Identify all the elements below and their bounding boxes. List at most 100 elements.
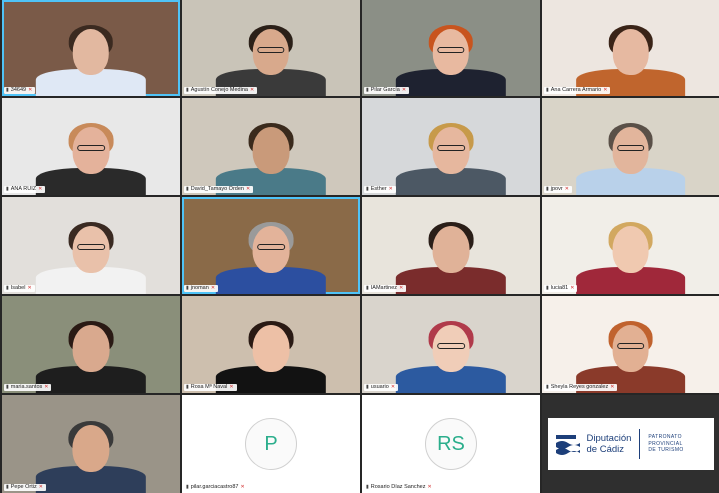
- video-tile-speaking[interactable]: ▮ jnoman ✕: [182, 197, 360, 294]
- logo-tile: Diputación de Cádiz PATRONATO PROVINCIAL…: [542, 395, 719, 493]
- participant-video: [182, 0, 360, 96]
- mic-icon: ▮: [546, 186, 549, 192]
- muted-icon: ✕: [427, 484, 432, 490]
- participant-face: [72, 424, 110, 472]
- participant-name: 34649: [10, 87, 27, 93]
- participant-nametag: ▮ jpovr ✕: [544, 186, 572, 193]
- logo-line1: Diputación: [586, 433, 632, 444]
- participant-nametag: ▮ Pepe Ortiz ✕: [4, 484, 46, 491]
- participant-video: [542, 296, 719, 393]
- participant-name: Rosario Díaz Sanchez: [370, 484, 426, 490]
- video-tile[interactable]: ▮ Esther ✕: [362, 98, 540, 195]
- logo-line2: de Cádiz: [586, 444, 625, 455]
- video-tile[interactable]: ▮ maria.santos ✕: [2, 296, 180, 393]
- video-tile[interactable]: ▮ Pilar García ✕: [362, 0, 540, 96]
- avatar-tile[interactable]: P ▮ pilar.garciacastro87 ✕: [182, 395, 360, 493]
- participant-nametag: ▮ David_Tamayo Orden ✕: [184, 186, 254, 193]
- video-tile[interactable]: ▮ Sheyla Reyes gonzalez ✕: [542, 296, 719, 393]
- muted-icon: ✕: [570, 285, 575, 291]
- avatar-tile[interactable]: RS ▮ Rosario Díaz Sanchez ✕: [362, 395, 540, 493]
- mic-icon: ▮: [6, 384, 9, 390]
- mic-icon: ▮: [366, 384, 369, 390]
- video-tile[interactable]: ▮ David_Tamayo Orden ✕: [182, 98, 360, 195]
- participant-nametag: ▮ 34649 ✕: [4, 87, 36, 94]
- video-tile[interactable]: ▮ Isabel ✕: [2, 197, 180, 294]
- video-tile[interactable]: ▮ IAMartinez ✕: [362, 197, 540, 294]
- video-tile[interactable]: ▮ Agustín Conejo Medina ✕: [182, 0, 360, 96]
- participant-name: pilar.garciacastro87: [190, 484, 239, 490]
- participant-nametag: ▮ maria.santos ✕: [4, 384, 52, 391]
- mic-icon: ▮: [6, 186, 9, 192]
- mic-icon: ▮: [366, 484, 369, 490]
- glasses: [77, 243, 105, 250]
- muted-icon: ✕: [603, 87, 608, 93]
- participant-nametag: ▮ Rosario Díaz Sanchez ✕: [364, 484, 435, 491]
- participant-name: usuario: [370, 384, 389, 390]
- participant-video: [182, 296, 360, 393]
- video-grid: ▮ 34649 ✕ ▮ Agustín Conejo Medina ✕ ▮ Pilar G…: [0, 0, 719, 493]
- video-tile[interactable]: ▮ ANA RUIZ ✕: [2, 98, 180, 195]
- participant-video: [2, 395, 180, 493]
- participant-nametag: ▮ Pilar García ✕: [364, 87, 410, 94]
- logo-sub1: PATRONATO: [648, 434, 682, 441]
- video-tile[interactable]: ▮ lucia81 ✕: [542, 197, 719, 294]
- glasses: [437, 342, 465, 349]
- participant-name: IAMartinez: [370, 285, 398, 291]
- diputacion-cadiz-logo: Diputación de Cádiz PATRONATO PROVINCIAL…: [547, 418, 714, 470]
- participant-face: [72, 325, 110, 372]
- participant-nametag: ▮ Sheyla Reyes gonzalez ✕: [544, 384, 618, 391]
- mic-icon: ▮: [546, 384, 549, 390]
- participant-name: Agustín Conejo Medina: [190, 87, 248, 93]
- participant-nametag: ▮ pilar.garciacastro87 ✕: [184, 484, 248, 491]
- participant-name: Pepe Ortiz: [10, 484, 37, 490]
- participant-name: Isabel: [10, 285, 26, 291]
- muted-icon: ✕: [44, 384, 49, 390]
- glasses: [257, 46, 285, 53]
- mic-icon: ▮: [6, 285, 9, 291]
- video-tile[interactable]: ▮ usuario ✕: [362, 296, 540, 393]
- mic-icon: ▮: [186, 186, 189, 192]
- participant-video: [542, 197, 719, 294]
- muted-icon: ✕: [27, 285, 32, 291]
- muted-icon: ✕: [610, 384, 615, 390]
- participant-name: jpovr: [550, 186, 563, 192]
- video-tile[interactable]: ▮ Ana Carrera Armario ✕: [542, 0, 719, 96]
- muted-icon: ✕: [249, 87, 255, 93]
- participant-video: [362, 98, 540, 195]
- glasses: [437, 144, 465, 151]
- muted-icon: ✕: [240, 484, 245, 490]
- participant-name: lucia81: [550, 285, 569, 291]
- participant-nametag: ▮ Agustín Conejo Medina ✕: [184, 87, 258, 94]
- avatar: RS: [425, 418, 477, 470]
- muted-icon: ✕: [388, 186, 393, 192]
- muted-icon: ✕: [564, 186, 569, 192]
- video-tile[interactable]: ▮ 34649 ✕: [2, 0, 180, 96]
- video-tile[interactable]: ▮ jpovr ✕: [542, 98, 719, 195]
- video-tile[interactable]: ▮ Rosa Mª Naval ✕: [182, 296, 360, 393]
- participant-nametag: ▮ Isabel ✕: [4, 285, 35, 292]
- muted-icon: ✕: [38, 484, 43, 490]
- participant-video: [542, 98, 719, 195]
- mic-icon: ▮: [186, 484, 189, 490]
- muted-icon: ✕: [399, 285, 404, 291]
- glasses: [616, 342, 645, 349]
- participant-name: Rosa Mª Naval: [190, 384, 228, 390]
- muted-icon: ✕: [229, 384, 234, 390]
- participant-video: [2, 98, 180, 195]
- video-tile[interactable]: ▮ Pepe Ortiz ✕: [2, 395, 180, 493]
- participant-face: [612, 29, 649, 76]
- participant-face: [252, 127, 290, 174]
- participant-nametag: ▮ ANA RUIZ ✕: [4, 186, 46, 193]
- muted-icon: ✕: [210, 285, 216, 291]
- participant-video: [2, 0, 180, 96]
- participant-nametag: ▮ Rosa Mª Naval ✕: [184, 384, 237, 391]
- muted-icon: ✕: [390, 384, 396, 390]
- participant-face: [252, 325, 290, 372]
- muted-icon: ✕: [28, 87, 33, 93]
- mic-icon: ▮: [186, 285, 189, 291]
- participant-video: [362, 197, 540, 294]
- mic-icon: ▮: [366, 285, 369, 291]
- participant-nametag: ▮ lucia81 ✕: [544, 285, 578, 292]
- wave-logo-icon: [555, 435, 580, 455]
- mic-icon: ▮: [366, 186, 369, 192]
